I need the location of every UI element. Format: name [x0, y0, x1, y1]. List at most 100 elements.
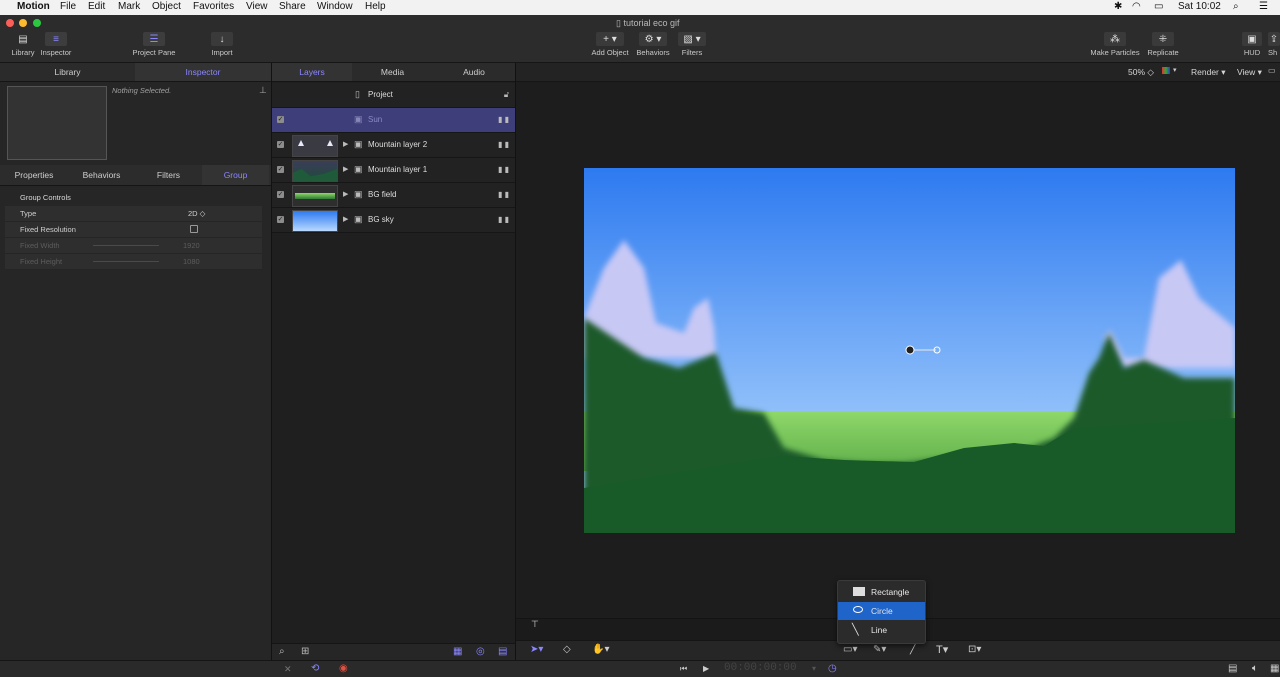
tab-group[interactable]: Group: [202, 165, 269, 185]
menubar-clock[interactable]: Sat 10:02: [1178, 1, 1221, 12]
menu-help[interactable]: Help: [365, 1, 386, 12]
import-icon: ↓: [211, 32, 233, 46]
menu-item-circle[interactable]: Circle: [838, 602, 925, 620]
mute-icon[interactable]: ✕: [284, 664, 292, 675]
disclosure-triangle-icon[interactable]: ▶: [343, 215, 348, 223]
add-object-button[interactable]: + ▾ Add Object: [588, 32, 632, 57]
menu-mark[interactable]: Mark: [118, 1, 140, 12]
menu-object[interactable]: Object: [152, 1, 181, 12]
audio-timeline-icon[interactable]: ▦: [1270, 663, 1279, 674]
disclosure-triangle-icon[interactable]: ▶: [343, 165, 348, 173]
make-particles-button[interactable]: ⁂ Make Particles: [1088, 32, 1142, 57]
go-to-start-icon[interactable]: ⏮: [680, 664, 687, 674]
play-icon[interactable]: ▶: [703, 664, 709, 673]
chevron-down-icon[interactable]: ▾: [812, 664, 816, 673]
pin-icon[interactable]: ⊥: [259, 85, 267, 96]
layer-row[interactable]: ✓ ▣ Sun ▮ ▮: [272, 108, 515, 133]
hand-tool-icon[interactable]: ✋▾: [592, 644, 609, 655]
layer-row[interactable]: ✓ ▶ ▣ BG field ▮ ▮: [272, 183, 515, 208]
tab-library[interactable]: Library: [0, 63, 135, 81]
mask-tool-icon[interactable]: ⊡▾: [968, 644, 981, 655]
menu-edit[interactable]: Edit: [88, 1, 105, 12]
window-layout-icon[interactable]: ▭: [1268, 66, 1276, 75]
type-popup[interactable]: 2D ◇: [188, 209, 205, 218]
layer-visibility-checkbox[interactable]: ✓: [277, 141, 284, 148]
lock-icon[interactable]: 🔓︎: [504, 90, 509, 100]
chevron-down-icon[interactable]: ▾: [1173, 66, 1177, 74]
layer-row[interactable]: ✓ ▶ ▣ Mountain layer 1 ▮ ▮: [272, 158, 515, 183]
project-pane-button[interactable]: ☰ Project Pane: [128, 32, 180, 57]
layer-visibility-checkbox[interactable]: ✓: [277, 191, 284, 198]
minimize-window-button[interactable]: [19, 19, 27, 27]
menu-share[interactable]: Share: [279, 1, 306, 12]
import-button[interactable]: ↓ Import: [205, 32, 239, 57]
timecode-display[interactable]: 00:00:00:00: [724, 662, 797, 674]
close-window-button[interactable]: [6, 19, 14, 27]
menu-item-rectangle[interactable]: Rectangle: [838, 583, 925, 601]
disclosure-triangle-icon[interactable]: ▶: [343, 140, 348, 148]
layer-flags-icon[interactable]: ▮ ▮: [498, 190, 509, 199]
shape-tool-icon[interactable]: ▭▾: [843, 644, 857, 655]
color-channel-icon[interactable]: [1162, 67, 1170, 74]
behaviors-button[interactable]: ⚙ ▾ Behaviors: [634, 32, 672, 57]
canvas-scene[interactable]: [584, 168, 1235, 533]
layer-flags-icon[interactable]: ▮ ▮: [498, 115, 509, 124]
filters-button[interactable]: ▧ ▾ Filters: [676, 32, 708, 57]
bluetooth-icon[interactable]: ✱: [1114, 1, 1122, 12]
fixed-resolution-checkbox[interactable]: [190, 225, 198, 233]
volume-icon[interactable]: 🔈︎: [1252, 663, 1258, 674]
inspector-button[interactable]: ≡ Inspector: [38, 32, 74, 57]
tab-filters[interactable]: Filters: [135, 165, 202, 185]
render-menu[interactable]: Render ▾: [1191, 67, 1226, 78]
notification-center-icon[interactable]: ☰: [1259, 1, 1268, 12]
project-row[interactable]: ▯ Project 🔓︎: [272, 83, 515, 108]
layer-row[interactable]: ✓ ▶ ▣ BG sky ▮ ▮: [272, 208, 515, 233]
disclosure-triangle-icon[interactable]: ▶: [343, 190, 348, 198]
tab-inspector[interactable]: Inspector: [135, 63, 271, 81]
menu-favorites[interactable]: Favorites: [193, 1, 234, 12]
wifi-icon[interactable]: ◠: [1132, 1, 1141, 12]
menu-file[interactable]: File: [60, 1, 76, 12]
select-tool-icon[interactable]: ➤▾: [530, 644, 543, 655]
menu-app-name[interactable]: Motion: [17, 1, 50, 12]
checker-icon[interactable]: ▦: [453, 646, 462, 657]
view-menu[interactable]: View ▾: [1237, 67, 1262, 78]
tab-audio[interactable]: Audio: [433, 63, 515, 81]
menu-view[interactable]: View: [246, 1, 268, 12]
airplay-icon[interactable]: ▭: [1154, 1, 1163, 12]
loop-icon[interactable]: ⟲: [311, 663, 319, 674]
menu-window[interactable]: Window: [317, 1, 353, 12]
paint-stroke-icon[interactable]: ╱: [910, 644, 916, 655]
tab-layers[interactable]: Layers: [272, 63, 352, 81]
prop-row-fixed-width: Fixed Width 1920: [5, 238, 262, 254]
timing-icon[interactable]: ◷: [828, 663, 837, 674]
menu-item-line[interactable]: ╲ Line: [838, 621, 925, 639]
adjust-tool-icon[interactable]: ◇: [563, 644, 571, 655]
layer-visibility-checkbox[interactable]: ✓: [277, 216, 284, 223]
tab-media[interactable]: Media: [352, 63, 433, 81]
share-button[interactable]: ⇪ Sh: [1268, 32, 1280, 57]
zoom-popup[interactable]: 50% ◇: [1128, 67, 1154, 78]
replicate-button[interactable]: ⁜ Replicate: [1145, 32, 1181, 57]
text-tool-icon[interactable]: T▾: [936, 643, 948, 656]
zoom-window-button[interactable]: [33, 19, 41, 27]
layer-flags-icon[interactable]: ▮ ▮: [498, 215, 509, 224]
mask-icon[interactable]: ◎: [476, 646, 485, 657]
spotlight-icon[interactable]: ⌕: [1233, 1, 1239, 12]
layer-flags-icon[interactable]: ▮ ▮: [498, 140, 509, 149]
layer-visibility-checkbox[interactable]: ✓: [277, 166, 284, 173]
layers-view-icon[interactable]: ▤: [498, 646, 507, 657]
pen-tool-icon[interactable]: ✎▾: [873, 644, 886, 655]
search-icon[interactable]: ⌕: [279, 646, 285, 657]
library-button[interactable]: ▤ Library: [9, 32, 37, 58]
layer-row[interactable]: ✓ ▶ ▣ Mountain layer 2 ▮ ▮: [272, 133, 515, 158]
playhead-icon[interactable]: ⊤: [531, 619, 539, 630]
layer-visibility-checkbox[interactable]: ✓: [277, 116, 284, 123]
hud-button[interactable]: ▣ HUD: [1240, 32, 1264, 57]
layer-flags-icon[interactable]: ▮ ▮: [498, 165, 509, 174]
add-group-icon[interactable]: ⊞: [301, 646, 309, 657]
tab-properties[interactable]: Properties: [0, 165, 68, 185]
tab-behaviors[interactable]: Behaviors: [68, 165, 135, 185]
record-icon[interactable]: ◉: [339, 663, 348, 674]
timeline-toggle-icon[interactable]: ▤: [1228, 663, 1237, 674]
